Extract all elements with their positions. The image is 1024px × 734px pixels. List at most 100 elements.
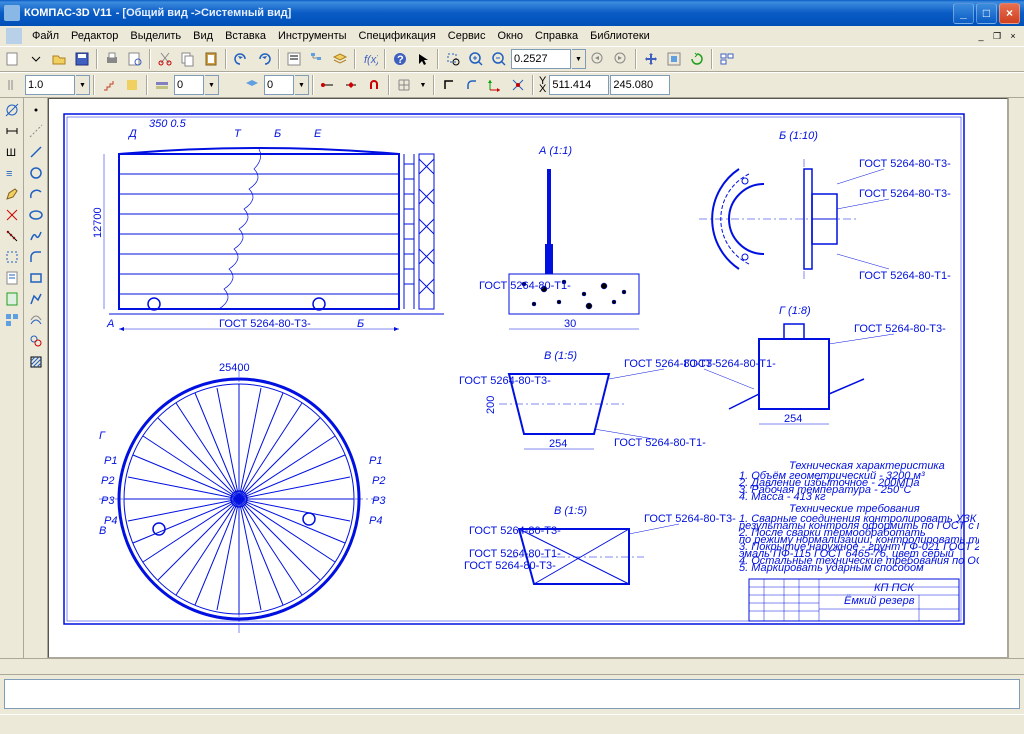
undo-button[interactable]	[230, 48, 252, 70]
snap-toggle-button[interactable]	[363, 74, 385, 96]
svg-text:ГОСТ 5264-80-Т3-: ГОСТ 5264-80-Т3-	[854, 323, 946, 335]
redo-button[interactable]	[253, 48, 275, 70]
layer-num-dropdown[interactable]: ▼	[295, 75, 309, 95]
variables-button[interactable]: f(x)	[359, 48, 381, 70]
grid-dropdown[interactable]: ▼	[416, 75, 430, 95]
layer-num-input[interactable]	[264, 75, 294, 95]
fillet-tool[interactable]	[26, 247, 46, 267]
copy-button[interactable]	[177, 48, 199, 70]
maximize-button[interactable]: □	[976, 3, 997, 24]
paste-button[interactable]	[200, 48, 222, 70]
equidist-tool[interactable]	[26, 310, 46, 330]
rect-tool[interactable]	[26, 268, 46, 288]
mdi-min-button[interactable]: _	[974, 29, 988, 43]
grid-button[interactable]	[393, 74, 415, 96]
menu-select[interactable]: Выделить	[124, 28, 187, 44]
circle-tool[interactable]	[26, 163, 46, 183]
gather-tool[interactable]	[26, 331, 46, 351]
coord-y-input[interactable]	[610, 75, 670, 95]
svg-text:Р1: Р1	[104, 455, 117, 467]
layer2-button[interactable]	[241, 74, 263, 96]
zoom-next-button[interactable]	[610, 48, 632, 70]
menu-insert[interactable]: Вставка	[219, 28, 272, 44]
zoom-prev-button[interactable]	[587, 48, 609, 70]
zoom-window-button[interactable]	[442, 48, 464, 70]
mdi-max-button[interactable]: ❐	[990, 29, 1004, 43]
round-button[interactable]	[461, 74, 483, 96]
coord-x-input[interactable]	[549, 75, 609, 95]
menu-edit[interactable]: Редактор	[65, 28, 124, 44]
menu-spec[interactable]: Спецификация	[353, 28, 442, 44]
tree-button[interactable]	[306, 48, 328, 70]
ortho-button[interactable]	[438, 74, 460, 96]
construction-button[interactable]: ≡	[2, 163, 22, 183]
pan-button[interactable]	[640, 48, 662, 70]
horizontal-scrollbar[interactable]	[0, 658, 1024, 674]
zoom-dropdown[interactable]: ▼	[572, 49, 586, 69]
pointer-button[interactable]	[412, 48, 434, 70]
menu-lib[interactable]: Библиотеки	[584, 28, 656, 44]
spec-button[interactable]	[2, 268, 22, 288]
svg-text:Р2: Р2	[101, 475, 114, 487]
svg-text:ГОСТ 5264-80-Т3-: ГОСТ 5264-80-Т3-	[859, 158, 951, 170]
point-tool[interactable]	[26, 100, 46, 120]
props-button[interactable]	[283, 48, 305, 70]
layer-toggle-button[interactable]	[151, 74, 173, 96]
dimensions-button[interactable]	[2, 121, 22, 141]
menu-help[interactable]: Справка	[529, 28, 584, 44]
help-button[interactable]: ?	[389, 48, 411, 70]
vertical-scrollbar[interactable]	[1008, 98, 1024, 658]
select-button[interactable]	[2, 247, 22, 267]
menu-window[interactable]: Окно	[491, 28, 529, 44]
app-title: КОМПАС-3D V11	[24, 7, 112, 19]
command-input[interactable]	[4, 679, 1020, 709]
snap-mid-button[interactable]	[340, 74, 362, 96]
layer-a-input[interactable]	[174, 75, 204, 95]
zoom-fit-button[interactable]	[663, 48, 685, 70]
ellipse-tool[interactable]	[26, 205, 46, 225]
edit-button[interactable]	[2, 184, 22, 204]
snap-enable-button[interactable]	[507, 74, 529, 96]
scale-input[interactable]	[25, 75, 75, 95]
menu-tools[interactable]: Инструменты	[272, 28, 353, 44]
notation-button[interactable]: Ш	[2, 142, 22, 162]
views-button[interactable]	[2, 310, 22, 330]
mdi-close-button[interactable]: ×	[1006, 29, 1020, 43]
new-drop-button[interactable]	[25, 48, 47, 70]
line-tool[interactable]	[26, 142, 46, 162]
menu-file[interactable]: Файл	[26, 28, 65, 44]
zoom-input[interactable]	[511, 49, 571, 69]
aux-line-tool[interactable]	[26, 121, 46, 141]
hatch-tool[interactable]	[26, 352, 46, 372]
reports-button[interactable]	[2, 289, 22, 309]
spline-tool[interactable]	[26, 226, 46, 246]
open-button[interactable]	[48, 48, 70, 70]
close-button[interactable]: ×	[999, 3, 1020, 24]
layer-a-dropdown[interactable]: ▼	[205, 75, 219, 95]
print-button[interactable]	[101, 48, 123, 70]
zoom-in-button[interactable]	[465, 48, 487, 70]
preview-button[interactable]	[124, 48, 146, 70]
arc-tool[interactable]	[26, 184, 46, 204]
cut-button[interactable]	[154, 48, 176, 70]
local-cs-button[interactable]	[484, 74, 506, 96]
svg-text:?: ?	[397, 54, 404, 66]
drawing-canvas[interactable]: 350 0.5 Д Т Б Е	[48, 98, 1008, 658]
scale-dropdown[interactable]: ▼	[76, 75, 90, 95]
step-button[interactable]	[98, 74, 120, 96]
save-button[interactable]	[71, 48, 93, 70]
contour-tool[interactable]	[26, 289, 46, 309]
menu-service[interactable]: Сервис	[442, 28, 492, 44]
state-button[interactable]	[121, 74, 143, 96]
menu-view[interactable]: Вид	[187, 28, 219, 44]
new-button[interactable]	[2, 48, 24, 70]
snap-end-button[interactable]	[317, 74, 339, 96]
zoom-out-button[interactable]	[488, 48, 510, 70]
geometry-button[interactable]	[2, 100, 22, 120]
minimize-button[interactable]: _	[953, 3, 974, 24]
measure-button[interactable]	[2, 226, 22, 246]
layers-button[interactable]	[329, 48, 351, 70]
redraw-button[interactable]	[686, 48, 708, 70]
param-button[interactable]	[2, 205, 22, 225]
window-list-button[interactable]	[716, 48, 738, 70]
